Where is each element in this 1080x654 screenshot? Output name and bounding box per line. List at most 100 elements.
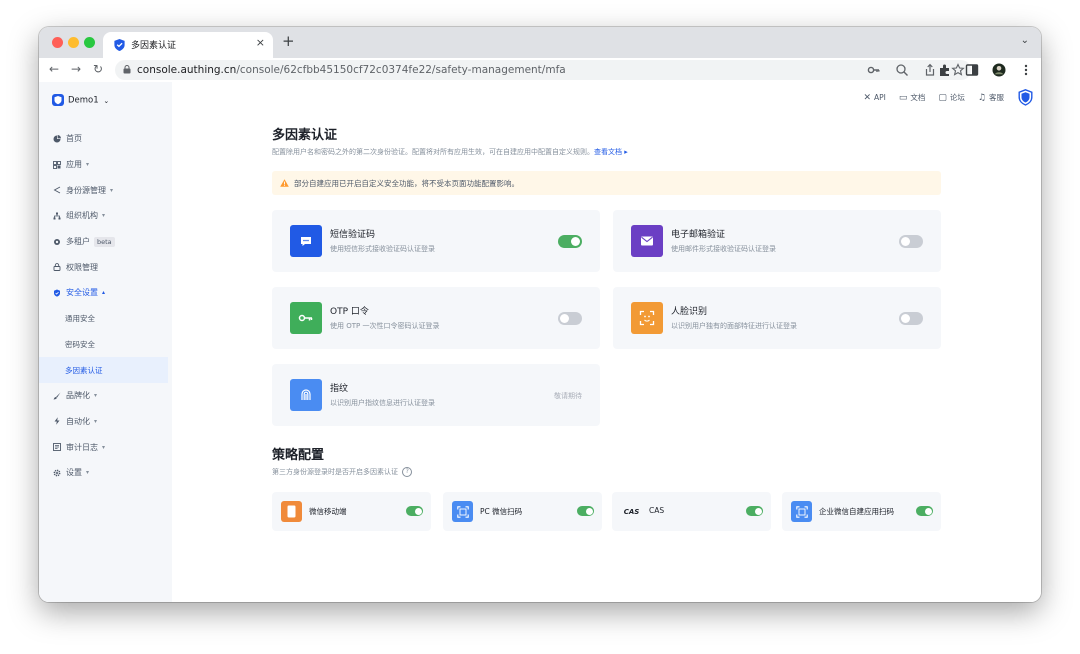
zoom-window-button[interactable] (84, 37, 95, 48)
mfa-card-otp: OTP 口令 使用 OTP 一次性口令密码认证登录 (272, 287, 600, 349)
chevron-down-icon: ▾ (110, 186, 114, 194)
browser-tab[interactable]: 多因素认证 × (103, 32, 273, 58)
sidebar-subitem-mfa[interactable]: 多因素认证 (39, 357, 168, 383)
forward-icon[interactable]: → (71, 62, 81, 76)
close-window-button[interactable] (52, 37, 63, 48)
sidebar-item-multi-tenant[interactable]: 多租户 beta (39, 229, 172, 255)
mobile-phone-icon (281, 501, 302, 522)
sidebar-item-settings[interactable]: 设置 ▾ (39, 460, 172, 486)
policy-section-title: 策略配置 (272, 448, 325, 463)
sidebar-item-label: 品牌化 (66, 391, 90, 401)
sidebar-item-apps[interactable]: 应用 ▾ (39, 152, 172, 178)
sidebar-item-label: 权限管理 (66, 262, 98, 272)
chevron-down-icon: ▾ (94, 392, 98, 400)
mfa-card-face: 人脸识别 以识别用户独有的面部特征进行认证登录 (613, 287, 941, 349)
tab-close-icon[interactable]: × (256, 36, 265, 49)
more-vertical-icon[interactable] (1019, 63, 1033, 77)
mfa-card-fingerprint: 指纹 以识别用户指纹信息进行认证登录 敬请期待 (272, 364, 600, 426)
api-link-label: API (874, 93, 886, 102)
sidebar-item-branding[interactable]: 品牌化 ▾ (39, 383, 172, 409)
docs-link[interactable]: ▭ 文档 (899, 92, 926, 103)
back-icon[interactable]: ← (49, 62, 59, 76)
forum-icon: ▢ (938, 92, 947, 103)
org-tree-icon (53, 212, 61, 220)
chevron-down-icon: ▾ (86, 161, 90, 169)
sidebar-menu: 首页 应用 ▾ 身份源管理 ▾ 组织机构 ▾ 多租户 beta 权限管理 安全设… (39, 126, 172, 486)
alert-text: 部分自建应用已开启自定义安全功能，将不受本页面功能配置影响。 (294, 178, 519, 188)
address-bar[interactable]: console.authing.cn/console/62cfbb45150cf… (115, 60, 971, 80)
zoom-icon[interactable] (895, 63, 909, 77)
wechat-mobile-toggle[interactable] (406, 506, 423, 516)
policy-card-pc-wechat-scan: PC 微信扫码 (443, 492, 602, 531)
pc-wechat-scan-toggle[interactable] (577, 506, 594, 516)
sidebar-subitem-password-security[interactable]: 密码安全 (39, 332, 172, 358)
authing-shield-icon (114, 38, 125, 52)
policy-card-cas: CAS CAS (612, 492, 771, 531)
headset-icon: ♫ (977, 92, 986, 103)
policy-label: 微信移动端 (309, 507, 347, 516)
mail-icon (631, 225, 663, 257)
sidebar: Demo1 ⌄ 首页 应用 ▾ 身份源管理 ▾ 组织机构 ▾ 多租户 beta … (39, 82, 172, 602)
view-docs-link[interactable]: 查看文档 ▸ (594, 148, 628, 156)
reload-icon[interactable]: ↻ (93, 62, 103, 76)
tab-title: 多因素认证 (131, 41, 177, 51)
policy-card-wecom-scan: 企业微信自建应用扫码 (782, 492, 941, 531)
forum-link[interactable]: ▢ 论坛 (938, 92, 965, 103)
email-toggle[interactable] (899, 235, 923, 248)
sidebar-item-identity-sources[interactable]: 身份源管理 ▾ (39, 177, 172, 203)
key-icon[interactable] (867, 63, 881, 77)
face-toggle[interactable] (899, 312, 923, 325)
minimize-window-button[interactable] (68, 37, 79, 48)
help-circle-icon[interactable]: ? (402, 467, 413, 477)
sidebar-item-security[interactable]: 安全设置 ▴ (39, 280, 172, 306)
policy-label: PC 微信扫码 (480, 507, 523, 516)
sidebar-item-organization[interactable]: 组织机构 ▾ (39, 203, 172, 229)
fingerprint-icon (290, 379, 322, 411)
profile-avatar-icon[interactable] (992, 63, 1006, 77)
sidebar-subitem-general-security[interactable]: 通用安全 (39, 306, 172, 332)
sidebar-item-label: 设置 (66, 468, 82, 478)
page-description: 配置除用户名和密码之外的第二次身份验证。配置将对所有应用生效，可在自建应用中配置… (272, 147, 628, 157)
coming-soon-label: 敬请期待 (554, 392, 582, 400)
mfa-card-description: 以识别用户指纹信息进行认证登录 (330, 399, 435, 407)
url-path: /console/62cfbb45150cf72c0374fe22/safety… (236, 64, 566, 76)
otp-toggle[interactable] (558, 312, 582, 325)
sidebar-item-label: 应用 (66, 160, 82, 170)
page-description-text: 配置除用户名和密码之外的第二次身份验证。配置将对所有应用生效，可在自建应用中配置… (272, 148, 594, 156)
audit-log-icon (53, 443, 61, 452)
authing-logo-icon[interactable] (1018, 89, 1033, 106)
policy-label: 企业微信自建应用扫码 (819, 507, 894, 516)
mfa-card-title: OTP 口令 (330, 307, 369, 317)
support-link[interactable]: ♫ 客服 (978, 92, 1004, 103)
automation-bolt-icon (54, 417, 60, 426)
sidebar-item-permissions[interactable]: 权限管理 (39, 254, 172, 280)
cas-toggle[interactable] (746, 506, 763, 516)
wecom-scan-toggle[interactable] (916, 506, 933, 516)
sidebar-item-automation[interactable]: 自动化 ▾ (39, 409, 172, 435)
browser-toolbar: ← → ↻ console.authing.cn/console/62cfbb4… (39, 58, 1041, 83)
sidebar-item-home[interactable]: 首页 (39, 126, 172, 152)
tab-search-icon[interactable]: ⌄ (1021, 35, 1029, 46)
new-tab-button[interactable]: + (282, 33, 295, 49)
mfa-card-title: 人脸识别 (671, 307, 708, 317)
policy-description: 第三方身份源登录时是否开启多因素认证 ? (272, 467, 413, 477)
mfa-card-description: 以识别用户独有的面部特征进行认证登录 (671, 322, 797, 330)
app-switcher[interactable]: Demo1 ⌄ (52, 94, 109, 106)
app-name: Demo1 (68, 95, 99, 106)
face-recognition-icon (631, 302, 663, 334)
side-panel-icon[interactable] (965, 63, 979, 77)
sms-icon (290, 225, 322, 257)
extensions-icon[interactable] (938, 63, 952, 77)
sidebar-item-label: 密码安全 (65, 339, 95, 349)
api-link[interactable]: ✕ API (863, 93, 885, 103)
apps-grid-icon (53, 160, 61, 169)
console-page: Demo1 ⌄ 首页 应用 ▾ 身份源管理 ▾ 组织机构 ▾ 多租户 beta … (39, 82, 1041, 602)
sidebar-item-audit-log[interactable]: 审计日志 ▾ (39, 434, 172, 460)
sms-toggle[interactable] (558, 235, 582, 248)
app-caret-icon: ⌄ (103, 96, 110, 105)
app-logo-icon (52, 94, 64, 106)
cas-logo-icon: CAS (623, 507, 640, 516)
close-x-icon: ✕ (863, 92, 872, 103)
brush-icon (53, 392, 61, 400)
otp-key-icon (290, 302, 322, 334)
